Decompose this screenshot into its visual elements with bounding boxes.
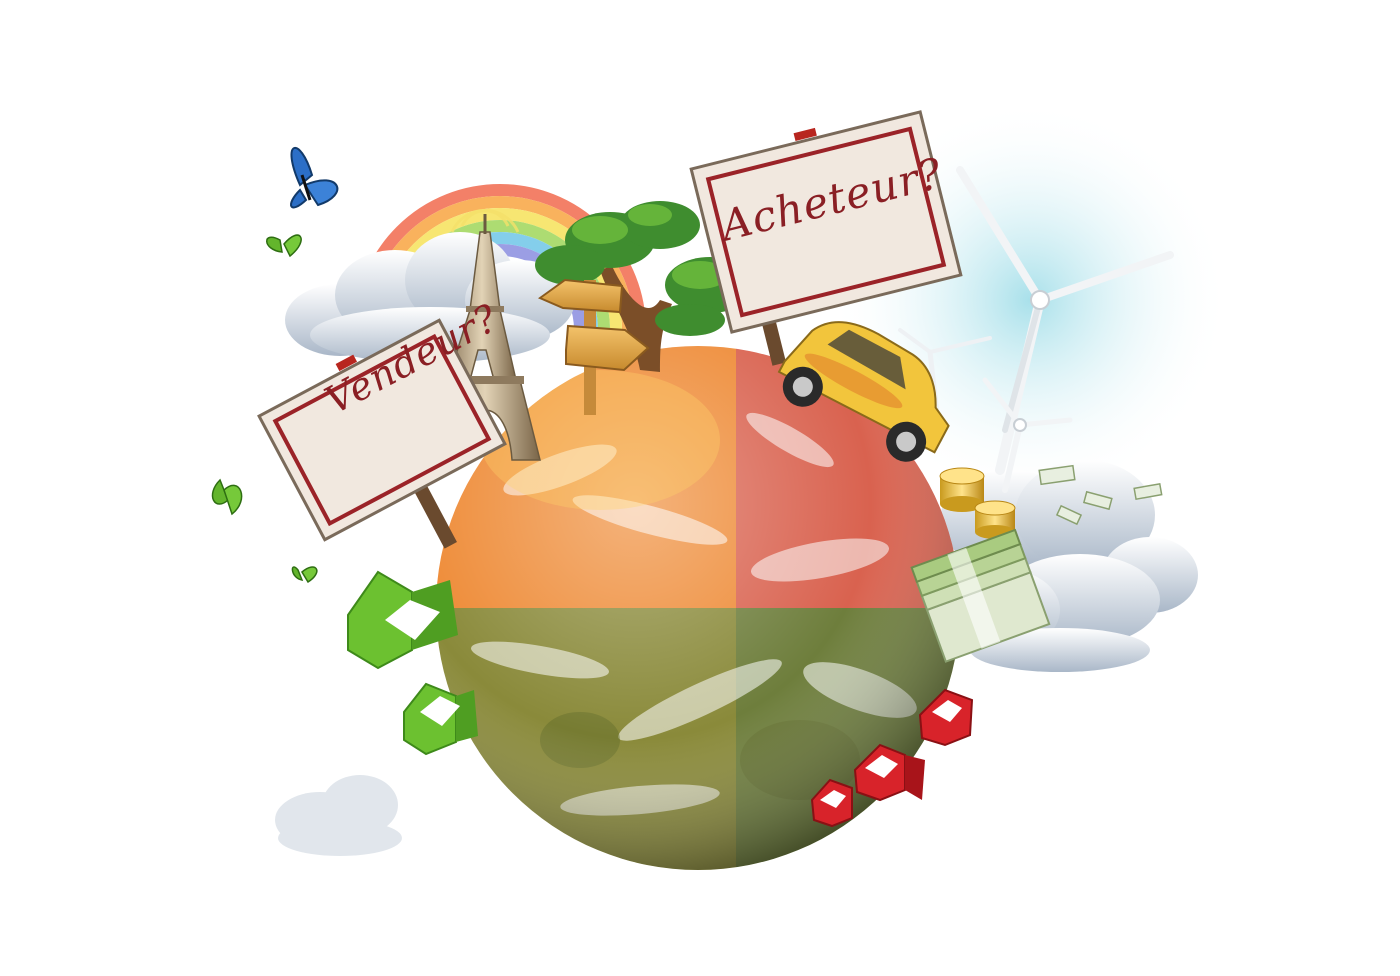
scene-artwork	[211, 100, 1230, 870]
cloud-icon	[275, 775, 402, 856]
butterfly-icon	[266, 234, 302, 258]
house-icon	[403, 682, 478, 756]
butterfly-icon	[290, 146, 339, 209]
butterfly-icon	[291, 566, 318, 584]
illustration: Vendeur? Acheteur?	[0, 0, 1400, 976]
butterfly-icon	[211, 478, 243, 516]
